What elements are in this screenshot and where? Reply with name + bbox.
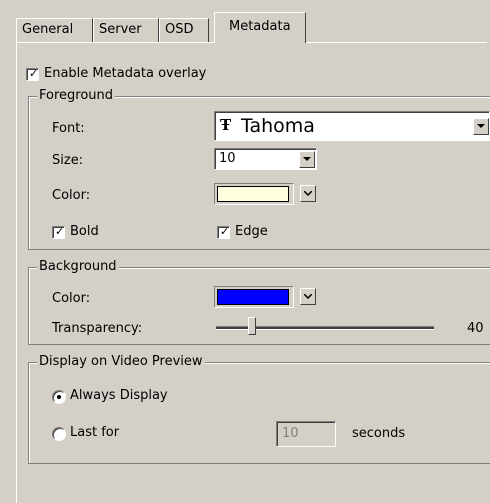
fg-color-swatch	[217, 186, 289, 202]
bg-color-label: Color:	[52, 291, 91, 306]
tab-osd-label: OSD	[165, 22, 194, 37]
enable-overlay-label: Enable Metadata overlay	[44, 66, 207, 81]
chevron-down-icon	[304, 191, 312, 196]
foreground-title: Foreground	[37, 88, 116, 103]
chevron-down-icon	[303, 157, 311, 161]
tab-general-label: General	[22, 22, 74, 37]
radio-selected-dot	[57, 395, 61, 399]
size-label: Size:	[52, 153, 84, 168]
edge-label: Edge	[235, 224, 268, 239]
display-title: Display on Video Preview	[37, 354, 205, 369]
chevron-down-icon	[304, 294, 312, 299]
always-display-label: Always Display	[70, 388, 168, 403]
check-mark-icon: ✓	[29, 67, 39, 80]
background-title: Background	[37, 259, 119, 274]
transparency-value: 40	[467, 321, 484, 336]
bold-checkbox[interactable]: ✓	[52, 225, 65, 239]
bg-color-dropdown-button[interactable]	[300, 288, 316, 305]
chevron-down-icon	[477, 124, 485, 128]
always-display-radio[interactable]	[52, 390, 66, 404]
tab-server-label: Server	[99, 22, 142, 37]
bg-color-swatch	[217, 289, 289, 305]
font-value: Tahoma	[241, 115, 315, 137]
fg-color-label: Color:	[52, 188, 91, 203]
font-select[interactable]: Ŧ Tahoma	[214, 111, 490, 141]
seconds-value: 10	[282, 426, 299, 441]
enable-overlay-checkbox[interactable]: ✓	[26, 67, 39, 81]
last-for-radio[interactable]	[52, 427, 66, 441]
edge-checkbox[interactable]: ✓	[217, 225, 230, 239]
size-dropdown-button[interactable]	[299, 151, 315, 168]
tab-server[interactable]: Server	[93, 18, 159, 42]
seconds-label: seconds	[352, 426, 406, 441]
font-dropdown-button[interactable]	[473, 118, 489, 135]
tab-metadata[interactable]: Metadata	[214, 12, 306, 43]
transparency-slider[interactable]	[214, 315, 436, 339]
tab-osd[interactable]: OSD	[159, 18, 209, 42]
last-for-label: Last for	[70, 425, 120, 440]
tab-general[interactable]: General	[16, 18, 93, 42]
display-group: Display on Video Preview	[28, 354, 490, 464]
transparency-label: Transparency:	[52, 321, 143, 336]
fg-color-picker[interactable]	[214, 183, 294, 205]
slider-thumb[interactable]	[247, 317, 256, 335]
fg-color-dropdown-button[interactable]	[300, 185, 316, 202]
size-value: 10	[219, 151, 236, 166]
size-select[interactable]: 10	[214, 148, 317, 170]
check-mark-icon: ✓	[220, 225, 230, 238]
seconds-input[interactable]: 10	[276, 421, 336, 447]
font-label: Font:	[52, 121, 85, 136]
tab-metadata-label: Metadata	[229, 19, 291, 34]
check-mark-icon: ✓	[55, 225, 65, 238]
truetype-font-icon: Ŧ	[220, 116, 232, 134]
bold-label: Bold	[70, 224, 99, 239]
bg-color-picker[interactable]	[214, 286, 294, 308]
